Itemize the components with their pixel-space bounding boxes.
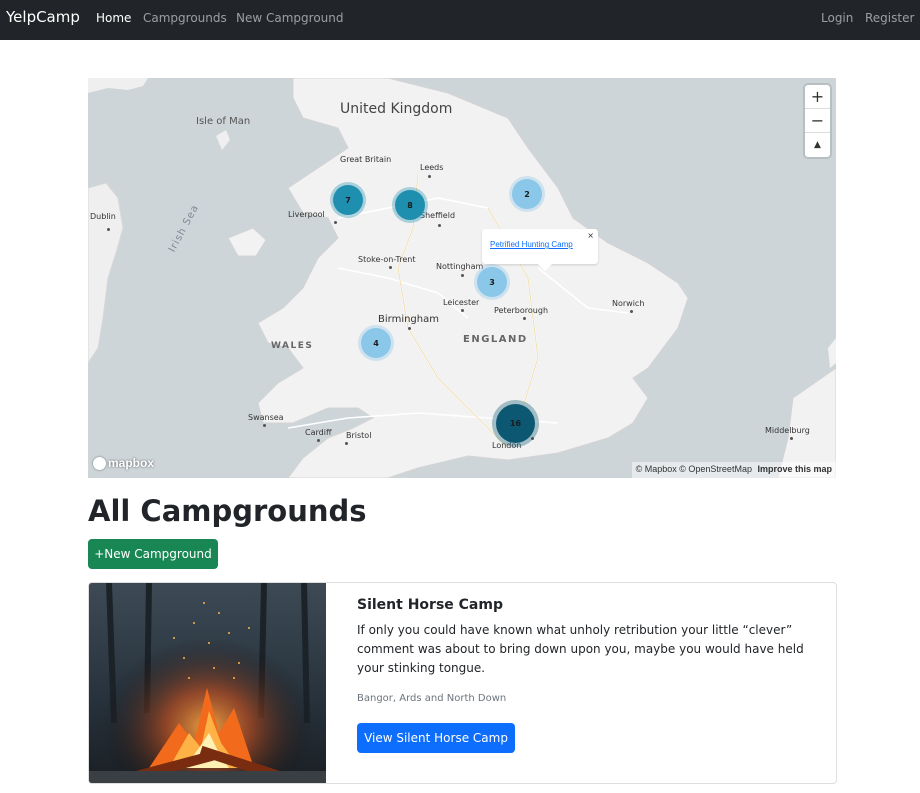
campground-location: Bangor, Ards and North Down bbox=[357, 693, 507, 704]
reset-north-compass-icon[interactable]: ▲ bbox=[805, 133, 830, 157]
mapbox-logo-text: mapbox bbox=[108, 456, 155, 470]
mapbox-logo[interactable]: mapbox bbox=[93, 456, 154, 470]
mapbox-logo-icon bbox=[93, 456, 106, 470]
map-label-great-britain: Great Britain bbox=[340, 155, 392, 164]
nav-campgrounds-link[interactable]: Campgrounds bbox=[143, 11, 227, 25]
map-attribution: © Mapbox © OpenStreetMap Improve this ma… bbox=[631, 462, 836, 478]
view-campground-button[interactable]: View Silent Horse Camp bbox=[357, 723, 515, 753]
map-label-norwich: Norwich bbox=[612, 299, 645, 308]
attribution-mapbox-link[interactable]: © Mapbox bbox=[636, 464, 677, 474]
map-popup: Petrified Hunting Camp × bbox=[482, 229, 598, 264]
map-dot-norwich bbox=[630, 310, 633, 313]
map-label-leicester: Leicester bbox=[443, 298, 480, 307]
cluster-marker[interactable]: 3 bbox=[477, 267, 507, 297]
nav-register-link[interactable]: Register bbox=[865, 11, 914, 25]
cluster-marker[interactable]: 7 bbox=[333, 185, 363, 215]
zoom-in-button[interactable]: + bbox=[805, 85, 830, 109]
campground-image bbox=[89, 583, 326, 783]
cluster-marker[interactable]: 4 bbox=[361, 328, 391, 358]
map-dot-middelburg bbox=[790, 437, 793, 440]
map-label-bristol: Bristol bbox=[346, 431, 372, 440]
map-dot-liverpool bbox=[334, 221, 337, 224]
popup-campground-link[interactable]: Petrified Hunting Camp bbox=[490, 240, 573, 249]
map-dot-nottingham bbox=[461, 274, 464, 277]
map-label-birmingham: Birmingham bbox=[378, 314, 439, 325]
map-basemap bbox=[88, 78, 836, 478]
zoom-out-button[interactable]: − bbox=[805, 109, 830, 133]
popup-close-icon[interactable]: × bbox=[587, 231, 594, 240]
navbar: YelpCamp Home Campgrounds New Campground… bbox=[0, 0, 920, 40]
map-label-middelburg: Middelburg bbox=[765, 426, 810, 435]
map-dot-london bbox=[531, 437, 534, 440]
cluster-marker[interactable]: 2 bbox=[512, 179, 542, 209]
map-label-england: ENGLAND bbox=[463, 334, 528, 345]
map-dot-leeds bbox=[428, 175, 431, 178]
nav-home-link[interactable]: Home bbox=[96, 11, 131, 25]
map-label-dublin: Dublin bbox=[90, 212, 116, 221]
map-label-peterborough: Peterborough bbox=[494, 306, 549, 315]
map-label-leeds: Leeds bbox=[420, 163, 444, 172]
map-label-isle-of-man: Isle of Man bbox=[196, 116, 251, 127]
cluster-map[interactable]: United Kingdom Great Britain Isle of Man… bbox=[88, 78, 836, 478]
page-title: All Campgrounds bbox=[88, 494, 367, 528]
map-label-stoke: Stoke-on-Trent bbox=[358, 255, 416, 264]
improve-map-link[interactable]: Improve this map bbox=[757, 464, 832, 474]
nav-new-campground-link[interactable]: New Campground bbox=[236, 11, 343, 25]
nav-login-link[interactable]: Login bbox=[821, 11, 853, 25]
campground-description: If only you could have known what unholy… bbox=[357, 623, 804, 675]
campground-title: Silent Horse Camp bbox=[357, 597, 503, 613]
campground-card-body: Silent Horse Camp If only you could have… bbox=[357, 597, 819, 704]
map-dot-leicester bbox=[461, 309, 464, 312]
map-dot-birmingham bbox=[408, 327, 411, 330]
brand-logo[interactable]: YelpCamp bbox=[6, 8, 80, 26]
cluster-marker[interactable]: 8 bbox=[395, 190, 425, 220]
campground-card: Silent Horse Camp If only you could have… bbox=[88, 582, 837, 784]
map-dot-cardiff bbox=[317, 439, 320, 442]
map-label-swansea: Swansea bbox=[248, 413, 284, 422]
map-dot-dublin bbox=[107, 228, 110, 231]
campfire-photo bbox=[89, 583, 326, 783]
map-dot-swansea bbox=[263, 424, 266, 427]
map-label-cardiff: Cardiff bbox=[305, 428, 332, 437]
map-dot-sheffield bbox=[438, 224, 441, 227]
map-dot-bristol bbox=[345, 442, 348, 445]
popup-tip bbox=[538, 264, 552, 271]
attribution-osm-link[interactable]: © OpenStreetMap bbox=[679, 464, 752, 474]
map-label-country: United Kingdom bbox=[340, 101, 453, 117]
new-campground-button[interactable]: +New Campground bbox=[88, 539, 218, 569]
map-label-wales: WALES bbox=[271, 341, 314, 351]
map-dot-stoke bbox=[389, 266, 392, 269]
map-label-liverpool: Liverpool bbox=[288, 210, 325, 219]
map-label-nottingham: Nottingham bbox=[436, 262, 484, 271]
cluster-marker[interactable]: 16 bbox=[496, 404, 535, 443]
map-dot-peterborough bbox=[523, 317, 526, 320]
map-navigation-controls: + − ▲ bbox=[805, 85, 830, 157]
map-label-sheffield: Sheffield bbox=[420, 211, 456, 220]
